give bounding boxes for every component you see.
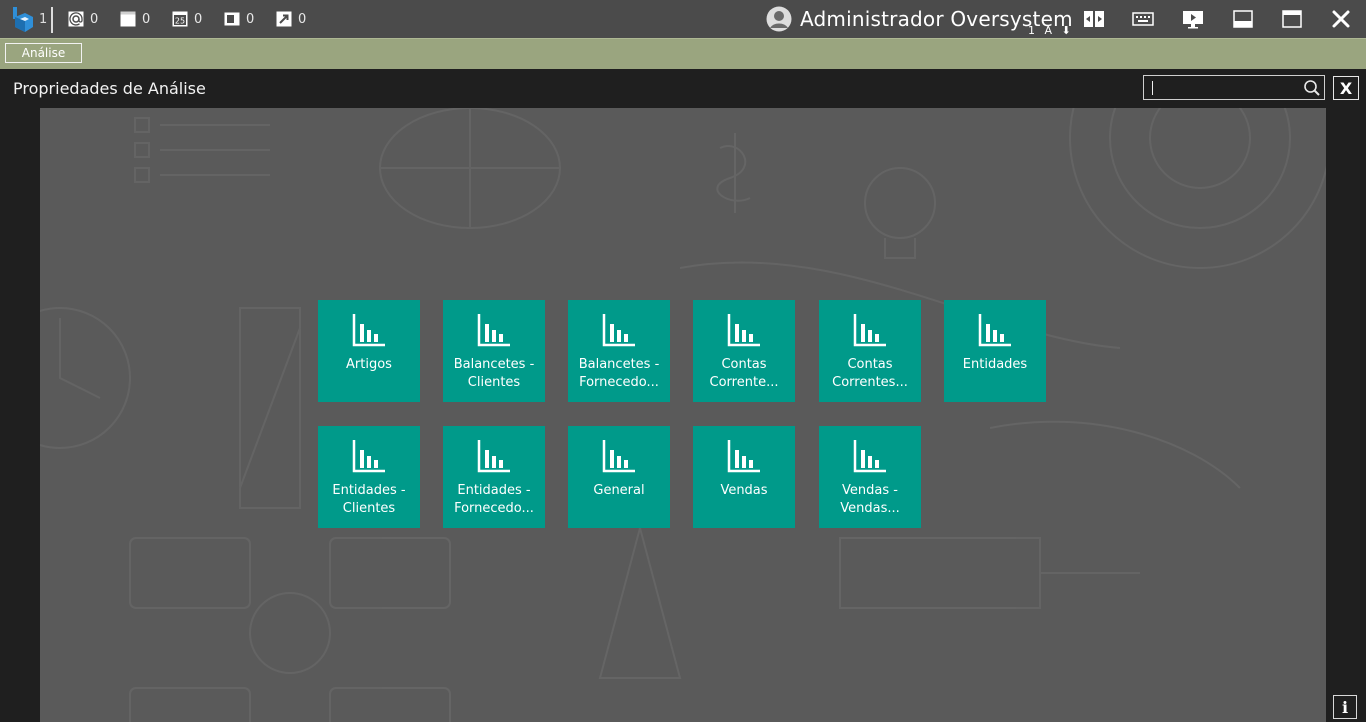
bar-chart-icon xyxy=(853,314,886,347)
links-count: 0 xyxy=(298,11,307,27)
main-canvas: Artigos Balancetes - Clientes Balancetes… xyxy=(40,108,1326,722)
user-menu[interactable]: Administrador Oversystem xyxy=(766,6,1073,32)
app-count: 1 xyxy=(39,12,48,27)
mail-counter[interactable]: 0 xyxy=(68,10,98,28)
calendar-count: 0 xyxy=(194,11,203,27)
tile-label: Vendas xyxy=(720,483,768,498)
links-counter[interactable]: 0 xyxy=(276,10,306,28)
bar-chart-icon xyxy=(477,440,510,473)
bar-chart-icon xyxy=(727,314,760,347)
keyboard-icon[interactable] xyxy=(1132,8,1154,30)
tile-contas-correntes-2[interactable]: Contas Correntes... xyxy=(819,300,921,402)
close-panel-button[interactable]: X xyxy=(1333,76,1359,100)
bar-chart-icon xyxy=(978,314,1011,347)
tile-vendas-vendas[interactable]: Vendas - Vendas... xyxy=(819,426,921,528)
tile-vendas[interactable]: Vendas xyxy=(693,426,795,528)
at-sign-icon xyxy=(68,11,84,27)
search-input[interactable] xyxy=(1143,75,1325,100)
remote-screen-icon[interactable] xyxy=(1182,8,1204,30)
tile-label: Entidades - Fornecedo... xyxy=(454,483,534,516)
top-bar: 1 0 0 25 0 0 0 Administrador Oversystem … xyxy=(0,0,1366,38)
tile-balancetes-fornecedores[interactable]: Balancetes - Fornecedo... xyxy=(568,300,670,402)
tile-label: Contas Correntes... xyxy=(832,357,908,390)
tile-artigos[interactable]: Artigos xyxy=(318,300,420,402)
tile-balancetes-clientes[interactable]: Balancetes - Clientes xyxy=(443,300,545,402)
app-logo-icon[interactable] xyxy=(12,5,34,33)
mail-count: 0 xyxy=(90,11,99,27)
user-session-info: 1 A ⬇ xyxy=(1028,24,1074,37)
info-button[interactable]: i xyxy=(1333,695,1357,719)
windows-count: 0 xyxy=(246,11,255,27)
bar-chart-icon xyxy=(602,440,635,473)
split-view-icon[interactable] xyxy=(1083,8,1105,30)
tile-label: Balancetes - Clientes xyxy=(453,357,535,390)
documents-counter[interactable]: 0 xyxy=(120,10,150,28)
tile-entidades-fornecedores[interactable]: Entidades - Fornecedo... xyxy=(443,426,545,528)
bar-chart-icon xyxy=(352,440,385,473)
tile-label: Balancetes - Fornecedo... xyxy=(578,357,660,390)
bar-chart-icon xyxy=(352,314,385,347)
tab-strip: Análise xyxy=(0,38,1366,69)
user-avatar-icon xyxy=(766,6,792,32)
bar-chart-icon xyxy=(727,440,760,473)
calendar-counter[interactable]: 25 0 xyxy=(172,10,202,28)
bar-chart-icon xyxy=(853,440,886,473)
tile-general[interactable]: General xyxy=(568,426,670,528)
tile-label: Artigos xyxy=(346,357,392,372)
tile-label: Contas Corrente... xyxy=(709,357,779,390)
windows-counter[interactable]: 0 xyxy=(224,10,254,28)
minimize-icon[interactable] xyxy=(1232,8,1254,30)
calendar-day: 25 xyxy=(175,17,185,26)
external-link-icon xyxy=(276,11,292,27)
page-title: Propriedades de Análise xyxy=(13,79,206,98)
tile-label: Vendas - Vendas... xyxy=(840,483,900,516)
tile-entidades-clientes[interactable]: Entidades - Clientes xyxy=(318,426,420,528)
tab-analise[interactable]: Análise xyxy=(5,43,82,63)
bar-chart-icon xyxy=(602,314,635,347)
calendar-icon: 25 xyxy=(172,11,188,27)
tile-label: General xyxy=(593,483,645,498)
text-caret xyxy=(1152,81,1153,95)
window-icon xyxy=(224,12,240,26)
maximize-icon[interactable] xyxy=(1281,8,1303,30)
documents-count: 0 xyxy=(142,11,151,27)
tile-contas-correntes-1[interactable]: Contas Corrente... xyxy=(693,300,795,402)
document-icon xyxy=(120,11,136,27)
tile-label: Entidades - Clientes xyxy=(332,483,406,516)
tile-entidades[interactable]: Entidades xyxy=(944,300,1046,402)
tile-label: Entidades xyxy=(962,357,1028,372)
background-doodle xyxy=(40,108,1326,722)
close-window-icon[interactable] xyxy=(1330,8,1352,30)
search-icon[interactable] xyxy=(1303,79,1321,97)
bar-chart-icon xyxy=(477,314,510,347)
divider xyxy=(51,7,53,33)
